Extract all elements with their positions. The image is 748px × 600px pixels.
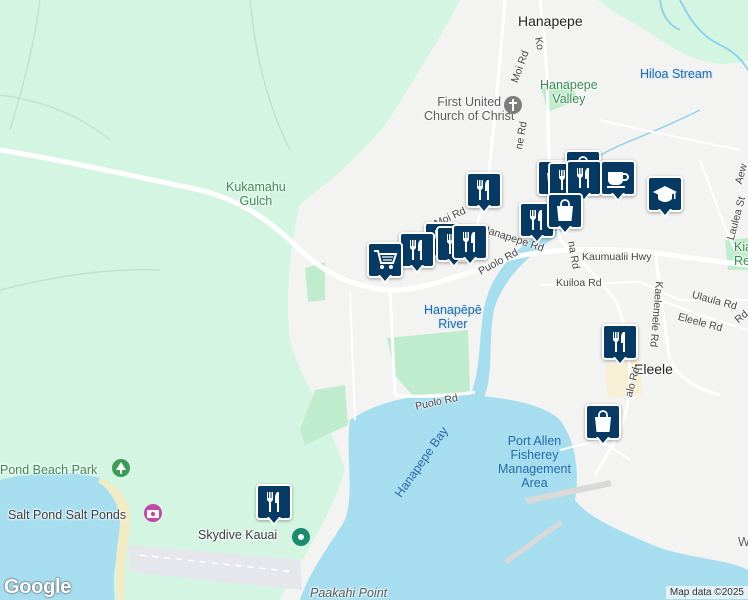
park-area <box>387 330 470 395</box>
road-label-kaumualii-hwy: Kaumualii Hwy <box>582 251 652 263</box>
ocean-area <box>300 394 748 600</box>
label-hanapepe-river: Hanapēpē River <box>424 303 482 331</box>
map-attribution[interactable]: Map data ©2025 <box>665 586 748 599</box>
shopping-pin-port-allen[interactable] <box>585 404 621 448</box>
road-label-kuiloa-rd: Kuiloa Rd <box>556 277 602 289</box>
church-icon[interactable] <box>504 96 522 114</box>
label-kia-rese: Kia Rese <box>734 240 748 268</box>
fork-knife-icon <box>256 484 292 520</box>
fork-knife-icon <box>466 172 502 208</box>
label-first-united-church: First United Church of Christ <box>424 95 515 123</box>
label-w-edge: W <box>738 535 748 549</box>
fork-knife-icon <box>566 160 602 196</box>
school-pin[interactable] <box>647 176 683 220</box>
road <box>349 291 356 421</box>
fork-knife-icon <box>399 232 435 268</box>
label-port-allen: Port Allen Fisherey Management Area <box>498 434 571 490</box>
road <box>454 0 507 260</box>
fork-knife-icon <box>452 224 488 260</box>
map-canvas[interactable]: Hanapepe Hanapepe Valley Hiloa Stream Fi… <box>0 0 748 600</box>
restaurant-pin-skydive[interactable] <box>256 484 292 528</box>
shopping-bag-icon <box>585 404 621 440</box>
fork-knife-icon <box>602 324 638 360</box>
label-hiloa-stream: Hiloa Stream <box>640 67 713 81</box>
label-pond-beach-park: Pond Beach Park <box>0 463 98 477</box>
coffee-cup-icon <box>600 160 636 196</box>
shopping-bag-icon <box>547 193 583 229</box>
camera-icon[interactable] <box>144 504 162 522</box>
cafe-pin[interactable] <box>600 160 636 204</box>
restaurant-pin-eleele[interactable] <box>602 324 638 368</box>
park-icon[interactable] <box>112 459 130 477</box>
shopping-pin-hanapepe-rd[interactable] <box>547 193 583 237</box>
label-skydive-kauai: Skydive Kauai <box>198 528 278 542</box>
location-dot-icon[interactable] <box>292 528 310 546</box>
google-logo[interactable]: Google <box>4 576 71 599</box>
road-label-ko: Ko <box>532 36 547 51</box>
label-hanapepe-valley: Hanapepe Valley <box>540 78 598 106</box>
label-salt-pond: Salt Pond Salt Ponds <box>8 508 127 522</box>
shopping-cart-icon <box>367 242 403 278</box>
grocery-pin[interactable] <box>367 242 403 286</box>
restaurant-pin-cluster-3[interactable] <box>452 224 488 268</box>
vegetation-area <box>598 0 748 64</box>
graduation-cap-icon <box>647 176 683 212</box>
label-paakahi-point: Paakahi Point <box>310 586 388 600</box>
label-kukamahu-gulch: Kukamahu Gulch <box>226 180 286 208</box>
restaurant-pin-cluster-4[interactable] <box>399 232 435 276</box>
label-hanapepe: Hanapepe <box>518 13 583 29</box>
restaurant-pin-moi[interactable] <box>466 172 502 216</box>
